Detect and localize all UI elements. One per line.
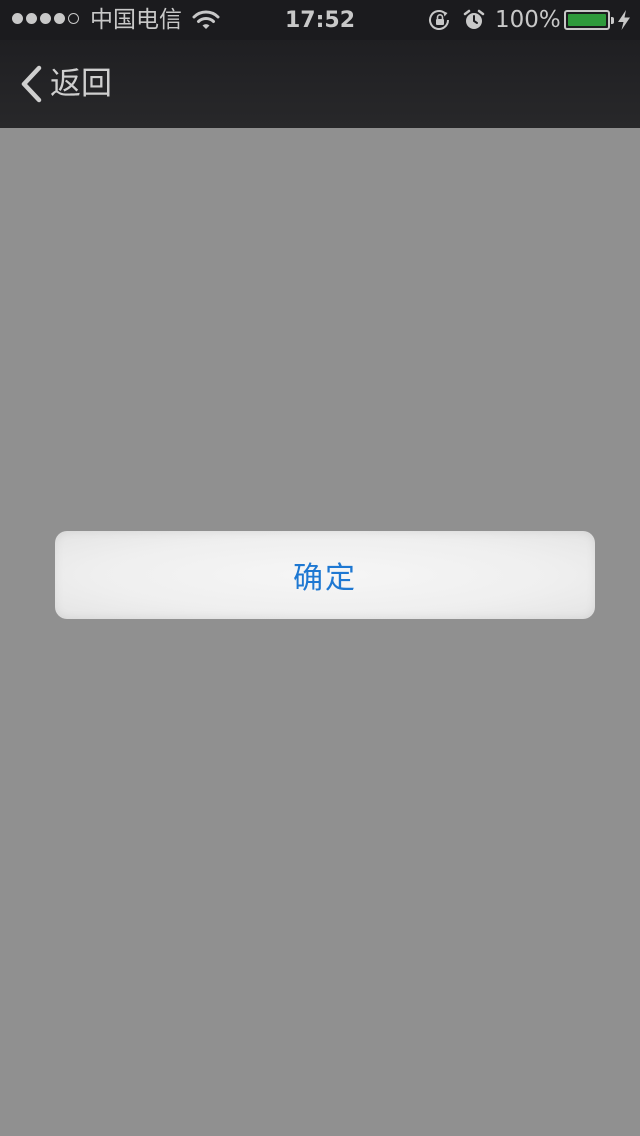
battery-icon [564,10,614,30]
status-bar: 中国电信 17:52 100% [0,0,640,40]
charging-bolt-icon [618,10,630,30]
rotation-lock-icon [429,10,449,30]
navigation-bar: 返回 [0,40,640,128]
back-button[interactable]: 返回 [18,64,112,104]
alarm-icon [463,9,485,29]
confirm-button-label: 确定 [293,561,357,596]
battery-level-fill [568,14,606,26]
confirm-button[interactable]: 确定 [55,531,595,619]
chevron-left-icon [21,65,42,103]
battery-percentage: 100% [495,7,561,33]
back-button-label: 返回 [50,66,112,102]
